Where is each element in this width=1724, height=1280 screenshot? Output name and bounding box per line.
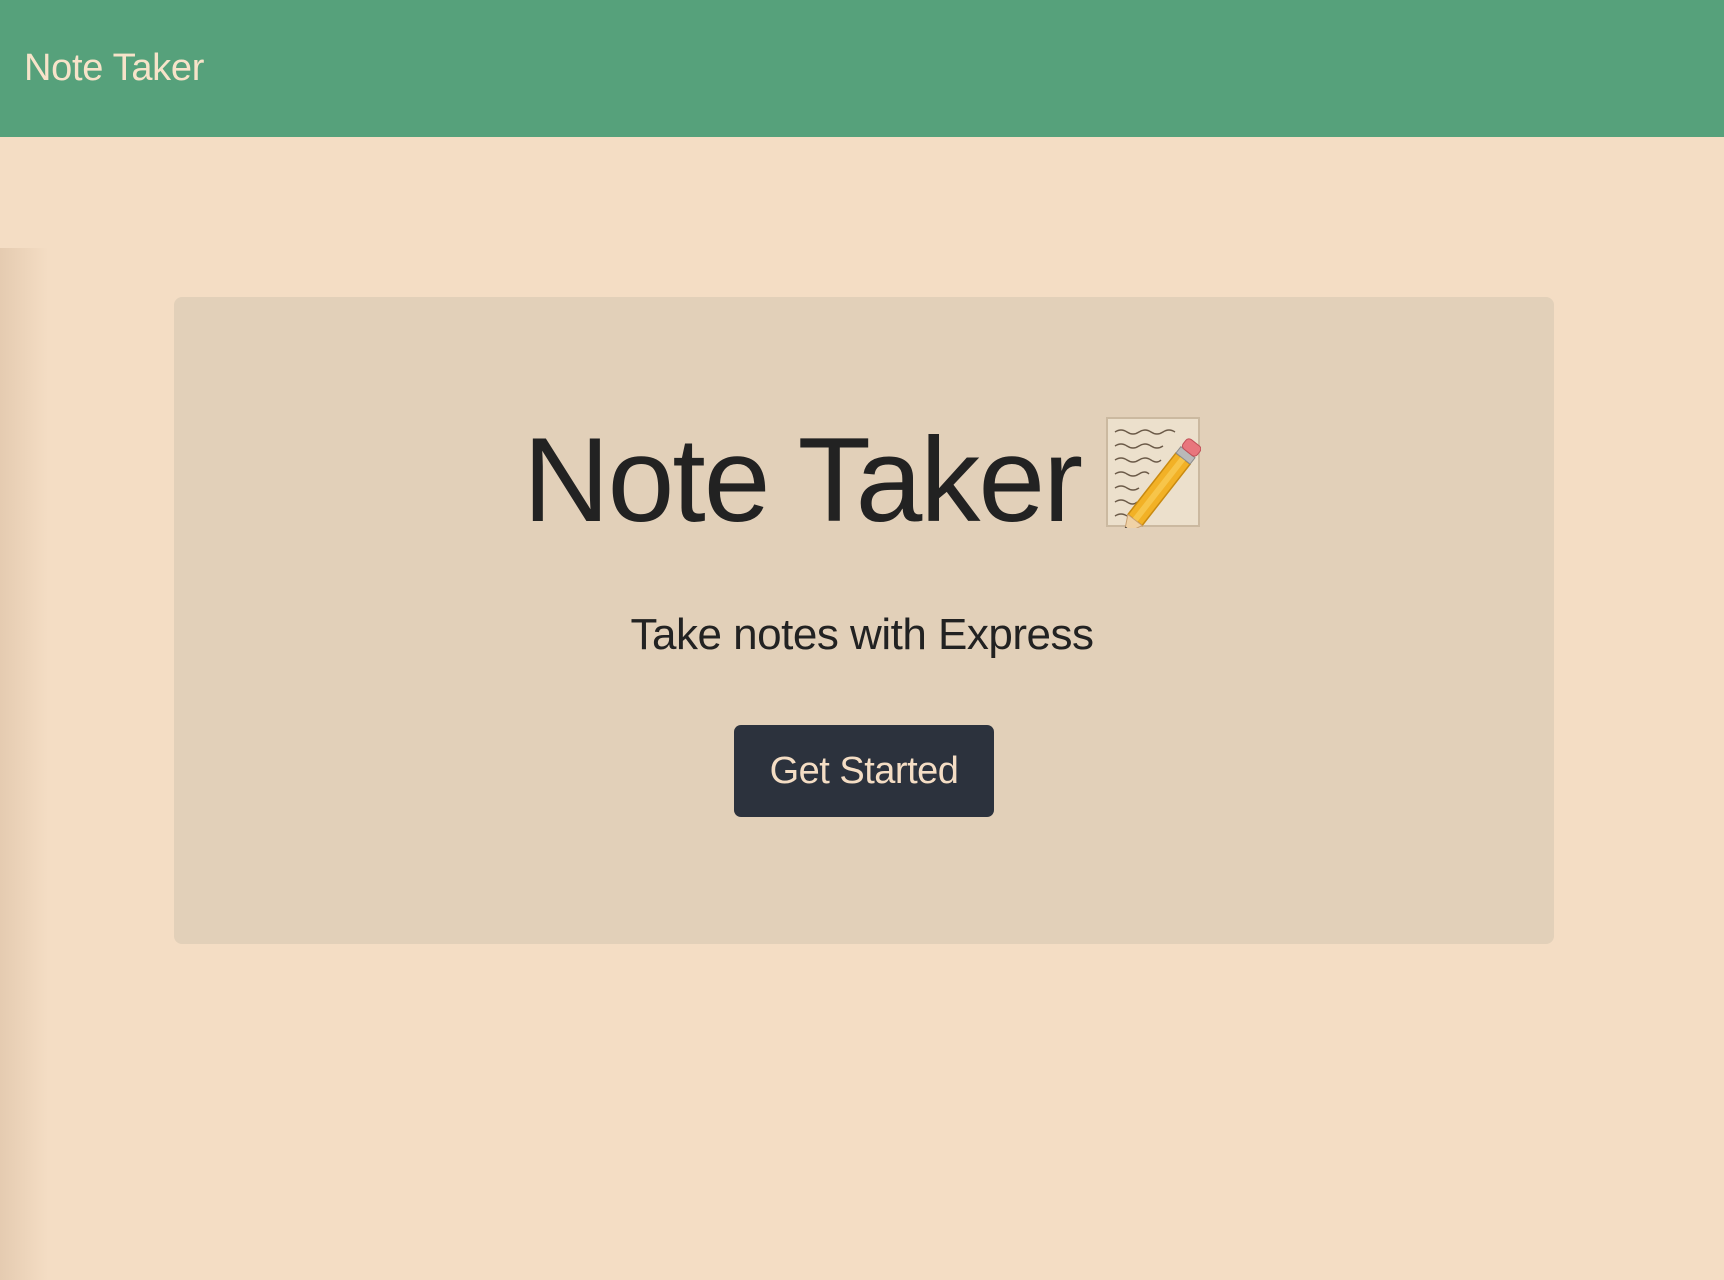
hero-title: Note Taker — [0, 416, 1724, 555]
hero-subtitle: Take notes with Express — [630, 610, 1094, 659]
page: Note Taker Note Taker Take notes with Ex… — [0, 0, 1724, 1280]
hero-title-text: Note Taker — [522, 413, 1083, 547]
top-navbar: Note Taker — [0, 0, 1724, 137]
left-edge-shadow — [0, 248, 48, 1280]
memo-icon — [1105, 416, 1202, 547]
get-started-button[interactable]: Get Started — [734, 725, 994, 817]
navbar-brand[interactable]: Note Taker — [24, 47, 204, 90]
